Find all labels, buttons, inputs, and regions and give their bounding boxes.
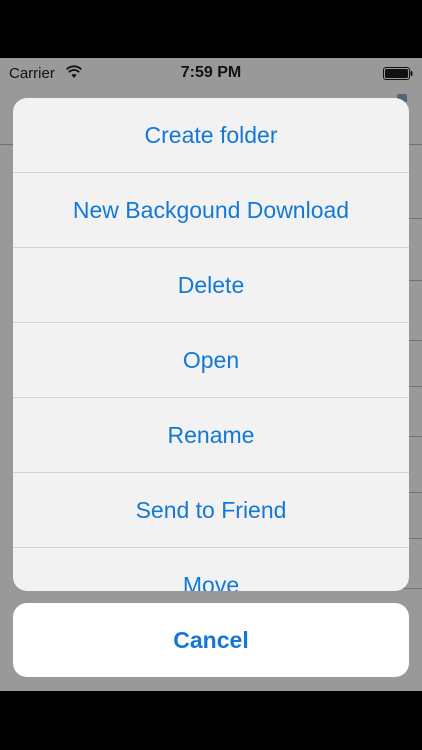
status-time: 7:59 PM: [180, 64, 242, 81]
new-background-download-button[interactable]: New Backgound Download: [13, 173, 409, 248]
action-sheet: Create folder New Backgound Download Del…: [13, 98, 409, 591]
screen: Carrier 7:59 PM Create folder New Backgo…: [0, 58, 422, 691]
open-button[interactable]: Open: [13, 323, 409, 398]
battery-icon: [383, 67, 413, 80]
cancel-button[interactable]: Cancel: [13, 603, 409, 677]
move-button[interactable]: Move: [13, 548, 409, 592]
create-folder-button[interactable]: Create folder: [13, 98, 409, 173]
device-top-bezel: [0, 0, 422, 58]
delete-button[interactable]: Delete: [13, 248, 409, 323]
device-bottom-bezel: [0, 691, 422, 750]
rename-button[interactable]: Rename: [13, 398, 409, 473]
send-to-friend-button[interactable]: Send to Friend: [13, 473, 409, 548]
status-bar: Carrier 7:59 PM: [0, 58, 422, 88]
